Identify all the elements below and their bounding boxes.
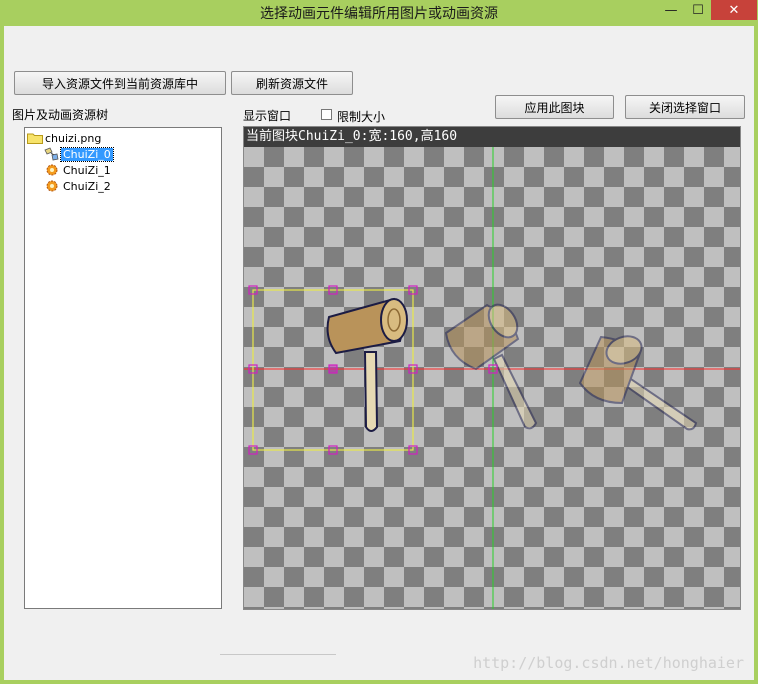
image-tile-icon [43, 147, 61, 161]
tree-item-chuizi-0[interactable]: ChuiZi_0 [43, 146, 114, 162]
animation-gear-icon [43, 179, 61, 193]
hammer-sprite-frame-2 [578, 335, 698, 431]
close-select-window-button[interactable]: 关闭选择窗口 [625, 95, 745, 119]
tree-root-label: chuizi.png [45, 131, 102, 145]
limit-size-label: 限制大小 [337, 110, 386, 124]
import-resource-button[interactable]: 导入资源文件到当前资源库中 [14, 71, 226, 95]
apply-tile-button[interactable]: 应用此图块 [495, 95, 614, 119]
tree-item-chuizi-2[interactable]: ChuiZi_2 [43, 179, 113, 193]
window-title: 选择动画元件编辑所用图片或动画资源 [260, 6, 498, 22]
animation-gear-icon [43, 163, 61, 177]
resource-tree-label: 图片及动画资源树 [12, 108, 109, 122]
tree-root-node[interactable]: chuizi.png [27, 131, 103, 145]
preview-svg [244, 147, 740, 609]
display-window[interactable]: 当前图块ChuiZi_0:宽:160,高160 [243, 126, 741, 610]
watermark: http://blog.csdn.net/honghaier [473, 654, 744, 672]
dialog-client: 导入资源文件到当前资源库中 刷新资源文件 图片及动画资源树 chuizi.png… [4, 26, 754, 680]
resource-tree[interactable]: chuizi.png ChuiZi_0 ChuiZi_1 ChuiZi_2 [24, 127, 222, 609]
title-bar[interactable]: 选择动画元件编辑所用图片或动画资源 — ☐ ✕ [0, 0, 758, 26]
hammer-sprite-frame-0 [326, 297, 408, 432]
preview-canvas[interactable] [244, 147, 740, 609]
tree-item-chuizi-1[interactable]: ChuiZi_1 [43, 163, 113, 177]
close-button[interactable]: ✕ [711, 0, 757, 20]
limit-size-checkbox[interactable] [321, 109, 332, 120]
tile-info-bar: 当前图块ChuiZi_0:宽:160,高160 [244, 127, 740, 147]
refresh-resource-button[interactable]: 刷新资源文件 [231, 71, 353, 95]
folder-icon [27, 132, 43, 144]
minimize-button[interactable]: — [657, 0, 685, 20]
tree-item-label: ChuiZi_2 [63, 179, 111, 193]
maximize-button[interactable]: ☐ [684, 0, 712, 20]
tree-item-label: ChuiZi_0 [60, 146, 114, 162]
tree-item-label: ChuiZi_1 [63, 163, 111, 177]
hammer-sprite-frame-1 [444, 303, 538, 430]
display-window-label: 显示窗口 [243, 109, 292, 123]
status-strip [220, 654, 336, 658]
